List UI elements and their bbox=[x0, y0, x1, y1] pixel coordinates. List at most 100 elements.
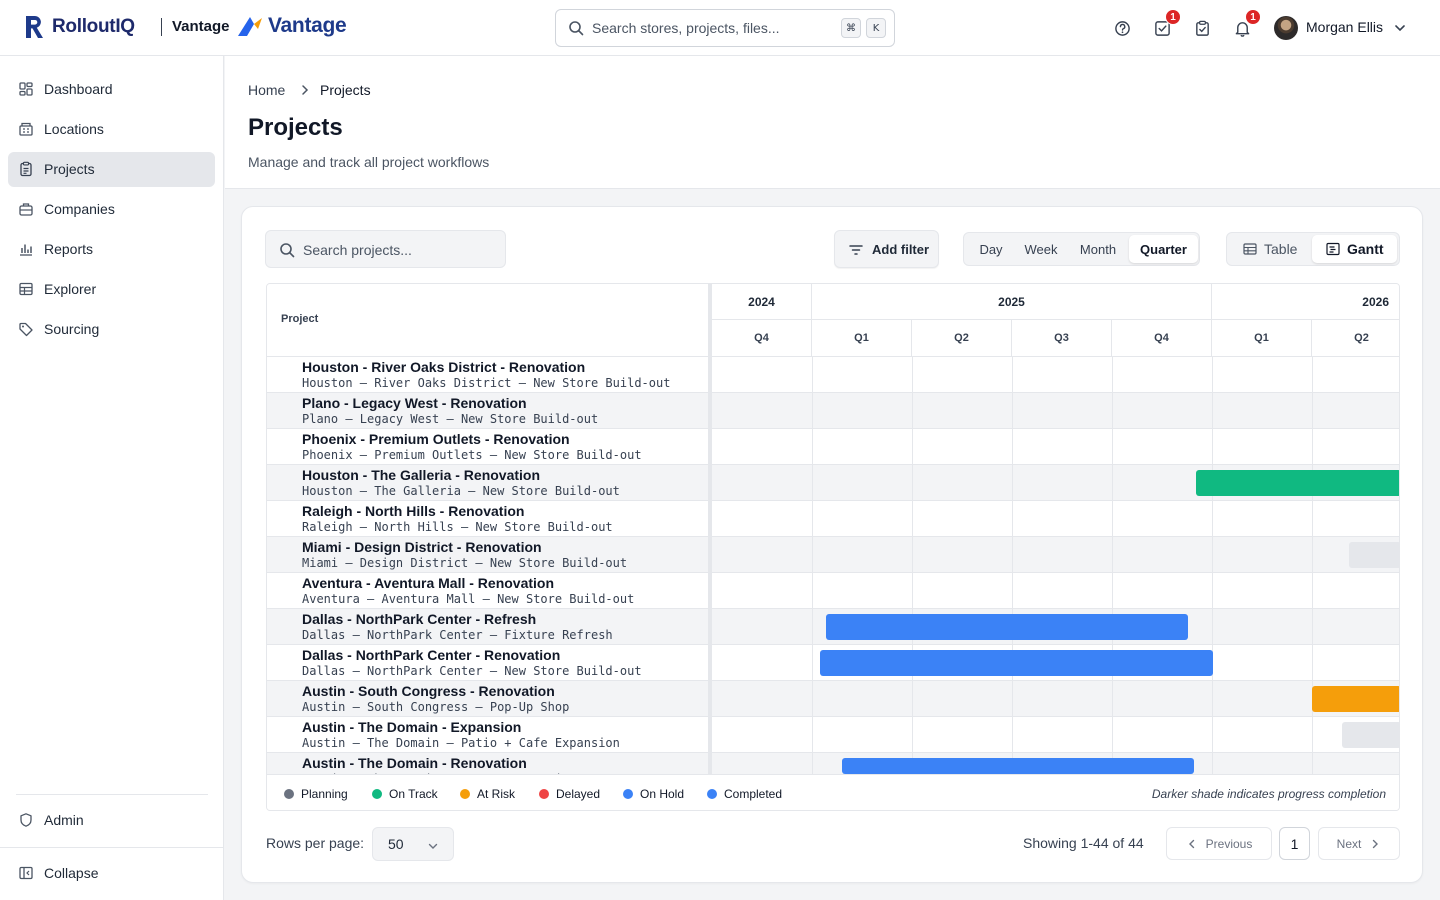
gantt-row[interactable]: Raleigh - North Hills - Renovation Raleig… bbox=[267, 501, 1399, 537]
sidebar-item-reports[interactable]: Reports bbox=[8, 232, 215, 267]
legend-item: Delayed bbox=[539, 787, 600, 801]
gantt-bar[interactable] bbox=[819, 650, 1214, 676]
gantt-bar[interactable] bbox=[1341, 722, 1399, 748]
legend-label: Delayed bbox=[556, 787, 601, 801]
global-search-input[interactable]: Search stores, projects, files... ⌘ K bbox=[555, 9, 895, 47]
tasks-button[interactable]: 1 bbox=[1152, 9, 1181, 38]
gantt-quarter-gridline bbox=[812, 357, 813, 774]
view-gantt-button[interactable]: Gantt bbox=[1312, 235, 1397, 263]
help-circle-icon bbox=[1114, 20, 1130, 36]
project-name[interactable]: Houston - The Galleria - Renovation bbox=[302, 467, 540, 483]
user-name[interactable]: Morgan Ellis bbox=[1306, 19, 1383, 35]
sidebar-item-label: Companies bbox=[44, 201, 115, 217]
tag-icon bbox=[19, 322, 33, 337]
gantt-row[interactable]: Miami - Design District - Renovation Miam… bbox=[267, 537, 1399, 573]
previous-page-button[interactable]: Previous bbox=[1166, 827, 1272, 860]
gantt-bar[interactable] bbox=[826, 614, 1189, 640]
gantt-row[interactable]: Aventura - Aventura Mall - Renovation Ave… bbox=[267, 573, 1399, 609]
scale-quarter-button[interactable]: Quarter bbox=[1129, 235, 1198, 263]
gantt-quarter-gridline bbox=[1212, 357, 1213, 774]
search-icon bbox=[280, 243, 295, 258]
gantt-year-header: 2026 bbox=[1212, 284, 1399, 320]
project-name[interactable]: Dallas - NorthPark Center - Refresh bbox=[302, 611, 536, 627]
project-column-label: Project bbox=[281, 313, 319, 325]
clipboard-check-icon bbox=[1195, 20, 1209, 36]
gantt-bar[interactable] bbox=[1195, 470, 1399, 496]
building-icon bbox=[19, 122, 33, 136]
gantt-project-column-header: Project bbox=[267, 284, 708, 357]
gantt-bar[interactable] bbox=[842, 758, 1194, 774]
project-name[interactable]: Houston - River Oaks District - Renovati… bbox=[302, 359, 585, 375]
project-name[interactable]: Raleigh - North Hills - Renovation bbox=[302, 503, 524, 519]
rows-per-page-select[interactable]: 50 bbox=[372, 827, 454, 861]
project-name[interactable]: Dallas - NorthPark Center - Renovation bbox=[302, 647, 560, 663]
sidebar-item-explorer[interactable]: Explorer bbox=[8, 272, 215, 307]
gantt-row[interactable]: Austin - The Domain - Expansion Austin – … bbox=[267, 717, 1399, 753]
tasks-badge: 1 bbox=[1165, 9, 1181, 25]
scale-day-button[interactable]: Day bbox=[967, 235, 1015, 263]
gantt-quarter-header: Q1 bbox=[812, 320, 912, 357]
gantt-column-splitter[interactable] bbox=[708, 284, 712, 774]
breadcrumb-current: Projects bbox=[320, 82, 371, 98]
sidebar-item-label: Dashboard bbox=[44, 81, 113, 97]
sidebar-item-sourcing[interactable]: Sourcing bbox=[8, 312, 215, 347]
project-subtitle: Phoenix – Premium Outlets – New Store Bu… bbox=[302, 448, 642, 462]
legend-dot bbox=[539, 789, 549, 799]
view-table-label: Table bbox=[1264, 241, 1298, 257]
project-subtitle: Houston – The Galleria – New Store Build… bbox=[302, 484, 620, 498]
scale-month-button[interactable]: Month bbox=[1067, 235, 1129, 263]
gantt-quarter-header: Q2 bbox=[912, 320, 1012, 357]
shield-icon bbox=[20, 813, 32, 827]
briefcase-icon bbox=[19, 203, 33, 216]
view-gantt-label: Gantt bbox=[1347, 241, 1384, 257]
breadcrumb-home[interactable]: Home bbox=[248, 82, 285, 98]
project-subtitle: Houston – River Oaks District – New Stor… bbox=[302, 376, 671, 390]
notifications-button[interactable]: 1 bbox=[1232, 9, 1261, 38]
project-name[interactable]: Miami - Design District - Renovation bbox=[302, 539, 542, 555]
project-name[interactable]: Phoenix - Premium Outlets - Renovation bbox=[302, 431, 570, 447]
sidebar-item-admin[interactable]: Admin bbox=[8, 803, 215, 838]
user-avatar[interactable] bbox=[1274, 16, 1298, 40]
page-number-button[interactable]: 1 bbox=[1279, 827, 1310, 860]
sidebar-item-projects[interactable]: Projects bbox=[8, 152, 215, 187]
legend-item: At Risk bbox=[460, 787, 515, 801]
project-name[interactable]: Aventura - Aventura Mall - Renovation bbox=[302, 575, 554, 591]
shortcut-cmd-key: ⌘ bbox=[841, 18, 861, 38]
gantt-row[interactable]: Houston - River Oaks District - Renovati… bbox=[267, 357, 1399, 393]
scale-week-button[interactable]: Week bbox=[1016, 235, 1066, 263]
gantt-bar[interactable] bbox=[1312, 686, 1399, 712]
gantt-bar[interactable] bbox=[1349, 542, 1399, 568]
gantt-row[interactable]: Plano - Legacy West - Renovation Plano – … bbox=[267, 393, 1399, 429]
brand-mark-icon bbox=[26, 16, 43, 38]
approvals-button[interactable] bbox=[1192, 18, 1212, 38]
sidebar-item-companies[interactable]: Companies bbox=[8, 192, 215, 227]
gantt-chart: Project 2024 2025 2026 Q4 Q1 Q2 Q3 Q4 Q1 Q2 Houst… bbox=[266, 283, 1400, 811]
page-title: Projects bbox=[248, 114, 343, 141]
sidebar-collapse-button[interactable]: Collapse bbox=[8, 856, 215, 891]
gantt-legend: Darker shade indicates progress completi… bbox=[267, 774, 1399, 810]
help-button[interactable] bbox=[1112, 18, 1132, 38]
project-name[interactable]: Austin - The Domain - Expansion bbox=[302, 719, 521, 735]
bar-chart-icon bbox=[20, 244, 32, 256]
project-name[interactable]: Austin - South Congress - Renovation bbox=[302, 683, 555, 699]
project-name[interactable]: Austin - The Domain - Renovation bbox=[302, 755, 527, 771]
project-search-input[interactable]: Search projects... bbox=[265, 230, 506, 268]
view-table-button[interactable]: Table bbox=[1229, 235, 1311, 263]
legend-item: On Track bbox=[372, 787, 438, 801]
add-filter-button[interactable]: Add filter bbox=[834, 230, 939, 268]
add-filter-label: Add filter bbox=[872, 242, 930, 257]
project-name[interactable]: Plano - Legacy West - Renovation bbox=[302, 395, 527, 411]
gantt-row[interactable]: Austin - South Congress - Renovation Aust… bbox=[267, 681, 1399, 717]
next-page-button[interactable]: Next bbox=[1318, 827, 1400, 860]
top-bar: RolloutIQ Vantage Vantage Search stores,… bbox=[0, 0, 1440, 56]
legend-dot bbox=[372, 789, 382, 799]
gantt-quarter-header: Q4 bbox=[712, 320, 812, 357]
sidebar-item-dashboard[interactable]: Dashboard bbox=[8, 72, 215, 107]
chevron-down-icon[interactable] bbox=[1393, 21, 1407, 35]
legend-dot bbox=[284, 789, 294, 799]
gantt-row[interactable]: Phoenix - Premium Outlets - Renovation Ph… bbox=[267, 429, 1399, 465]
brand-logo[interactable]: RolloutIQ bbox=[24, 15, 135, 39]
project-subtitle: Austin – South Congress – Pop-Up Shop bbox=[302, 700, 570, 714]
gantt-year-header: 2025 bbox=[812, 284, 1212, 320]
sidebar-item-locations[interactable]: Locations bbox=[8, 112, 215, 147]
